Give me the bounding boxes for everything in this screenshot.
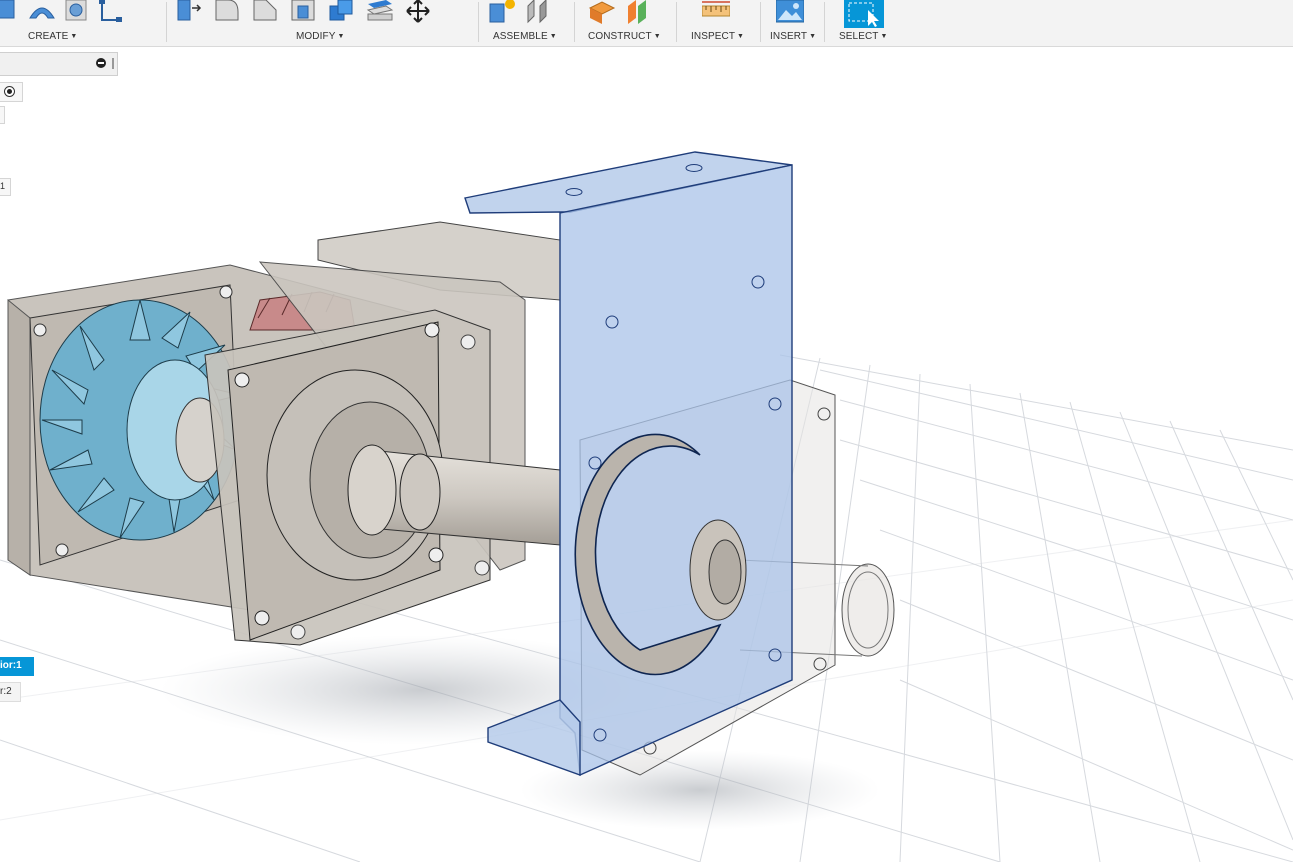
browser-panel-header [0,52,118,76]
select-group: SELECT ▼ [830,0,900,46]
new-component-icon[interactable] [488,0,516,24]
offset-plane-icon[interactable] [588,0,616,24]
measure-icon[interactable] [702,0,730,24]
midplane-icon[interactable] [624,0,652,24]
assemble-menu[interactable]: ASSEMBLE ▼ [493,31,557,42]
extrude-icon[interactable] [0,0,22,24]
insert-menu[interactable]: INSERT ▼ [770,31,816,42]
create-menu[interactable]: CREATE ▼ [28,31,77,42]
inspect-menu[interactable]: INSPECT ▼ [691,31,744,42]
modify-menu[interactable]: MODIFY ▼ [296,31,345,42]
insert-image-icon[interactable] [776,0,804,24]
toolbar-divider [824,2,825,42]
combine-icon[interactable] [328,0,356,24]
drive-shaft[interactable] [347,444,561,546]
panel-resize-handle[interactable] [112,58,114,69]
fillet-icon[interactable] [214,0,242,24]
browser-row[interactable] [0,106,5,124]
toolbar-divider [478,2,479,42]
offset-face-icon[interactable] [366,0,394,24]
assemble-label: ASSEMBLE [493,31,548,42]
toolbar-divider [760,2,761,42]
revolve-icon[interactable] [28,0,56,24]
toolbar: CREATE ▼ MODIFY ▼ ASSEMBLE ▼ CONSTRUCT ▼… [0,0,1293,47]
modify-group: MODIFY ▼ [170,0,475,46]
toolbar-divider [676,2,677,42]
modify-label: MODIFY [296,31,336,42]
create-label: CREATE [28,31,69,42]
inspect-label: INSPECT [691,31,736,42]
joint-icon[interactable] [524,0,552,24]
press-pull-icon[interactable] [176,0,204,24]
sketch-dimension-icon[interactable] [96,0,124,24]
select-label: SELECT [839,31,879,42]
insert-label: INSERT [770,31,808,42]
occurrence-selected-label: ior:1 [0,660,22,671]
occurrence-label: r:2 [0,686,12,697]
bevel-gear-blue[interactable] [39,299,241,541]
browser-occurrence[interactable]: r:2 [0,682,21,702]
chamfer-icon[interactable] [252,0,280,24]
browser-row-radio[interactable] [0,82,23,102]
radio-dot [7,89,12,94]
window-select-icon[interactable] [844,0,884,28]
canvas-viewport[interactable] [0,47,1293,862]
shell-icon[interactable] [290,0,318,24]
select-menu[interactable]: SELECT ▼ [839,31,888,42]
construct-label: CONSTRUCT [588,31,652,42]
assemble-group: ASSEMBLE ▼ [484,0,574,46]
construct-menu[interactable]: CONSTRUCT ▼ [588,31,661,42]
collapse-minus [98,62,104,64]
insert-group: INSERT ▼ [764,0,822,46]
construct-group: CONSTRUCT ▼ [580,0,676,46]
inspect-group: INSPECT ▼ [682,0,754,46]
toolbar-divider [574,2,575,42]
browser-occurrence-selected[interactable]: ior:1 [0,657,34,676]
toolbar-divider [166,2,167,42]
browser-row[interactable]: 1 [0,178,11,196]
move-icon[interactable] [404,0,432,24]
create-group: CREATE ▼ [0,0,165,46]
hole-icon[interactable] [62,0,90,24]
browser-row-label: 1 [0,181,6,191]
